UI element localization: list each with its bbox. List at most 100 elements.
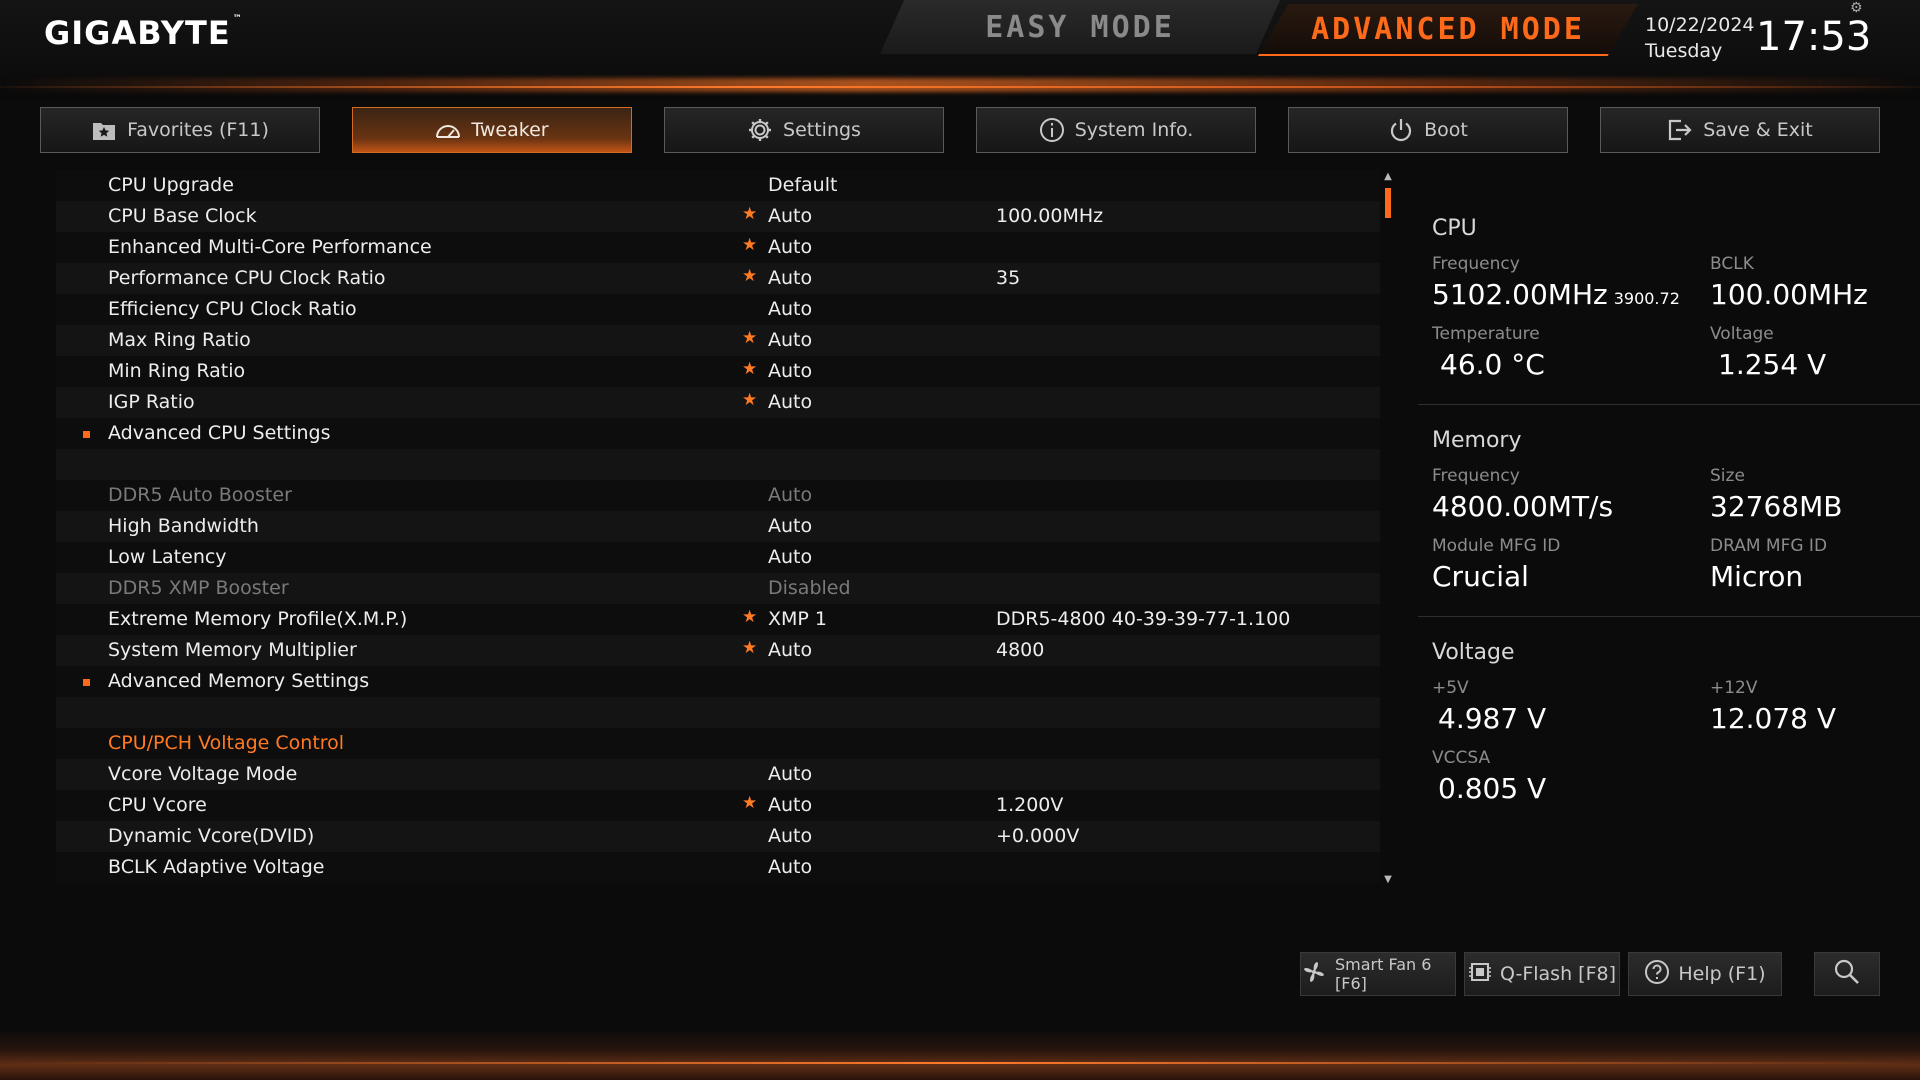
smart-fan-button[interactable]: Smart Fan 6 [F6] bbox=[1300, 952, 1456, 996]
cpu-title: CPU bbox=[1432, 216, 1477, 241]
setting-value[interactable]: Auto bbox=[768, 263, 812, 294]
setting-row[interactable]: CPU Upgrade Default bbox=[56, 170, 1380, 201]
star-folder-icon bbox=[91, 117, 117, 143]
advanced-mode-button[interactable]: ADVANCED MODE bbox=[1258, 4, 1638, 56]
settings-scrollbar[interactable]: ▲ ▼ bbox=[1382, 172, 1394, 886]
vccsa-label: VCCSA bbox=[1432, 748, 1491, 768]
search-button[interactable] bbox=[1814, 952, 1880, 996]
setting-value[interactable]: Auto bbox=[768, 356, 812, 387]
setting-current-value: 4800 bbox=[996, 639, 1045, 661]
submenu-item[interactable]: Advanced Memory Settings bbox=[56, 666, 1380, 697]
setting-row[interactable]: Low Latency Auto bbox=[56, 542, 1380, 573]
setting-value[interactable]: Auto bbox=[768, 511, 812, 542]
setting-row[interactable]: Max Ring Ratio ★ Auto bbox=[56, 325, 1380, 356]
setting-row[interactable]: System Memory Multiplier ★ Auto 4800 bbox=[56, 635, 1380, 666]
setting-row[interactable]: Performance CPU Clock Ratio ★ Auto 35 bbox=[56, 263, 1380, 294]
setting-row[interactable]: CPU Vcore ★ Auto 1.200V bbox=[56, 790, 1380, 821]
setting-row[interactable]: BCLK Adaptive Voltage Auto bbox=[56, 852, 1380, 883]
header-accent-line bbox=[0, 86, 1920, 88]
exit-icon bbox=[1667, 117, 1693, 143]
setting-current-value: DDR5-4800 40-39-39-77-1.100 bbox=[996, 608, 1291, 630]
tab-settings[interactable]: Settings bbox=[664, 107, 944, 153]
submenu-bullet-icon bbox=[83, 679, 90, 686]
setting-name: Performance CPU Clock Ratio bbox=[108, 267, 386, 289]
setting-value[interactable]: Auto bbox=[768, 480, 812, 511]
setting-value[interactable]: Auto bbox=[768, 852, 812, 883]
setting-value[interactable]: Disabled bbox=[768, 573, 851, 604]
tab-save-exit[interactable]: Save & Exit bbox=[1600, 107, 1880, 153]
spacer-row bbox=[56, 449, 1380, 480]
fan-icon bbox=[1301, 959, 1327, 989]
setting-value[interactable]: Auto bbox=[768, 387, 812, 418]
setting-row[interactable]: High Bandwidth Auto bbox=[56, 511, 1380, 542]
v12-value: 12.078 V bbox=[1710, 702, 1837, 735]
setting-row[interactable]: Min Ring Ratio ★ Auto bbox=[56, 356, 1380, 387]
setting-value[interactable]: Auto bbox=[768, 232, 812, 263]
tab-system-info[interactable]: System Info. bbox=[976, 107, 1256, 153]
setting-row[interactable]: CPU Base Clock ★ Auto 100.00MHz bbox=[56, 201, 1380, 232]
setting-value[interactable]: Auto bbox=[768, 325, 812, 356]
setting-name: System Memory Multiplier bbox=[108, 639, 357, 661]
help-icon bbox=[1644, 959, 1670, 990]
setting-value[interactable]: Auto bbox=[768, 759, 812, 790]
tab-boot[interactable]: Boot bbox=[1288, 107, 1568, 153]
setting-row[interactable]: IGP Ratio ★ Auto bbox=[56, 387, 1380, 418]
setting-name: Dynamic Vcore(DVID) bbox=[108, 825, 315, 847]
setting-value[interactable]: Auto bbox=[768, 294, 812, 325]
setting-name: CPU Base Clock bbox=[108, 205, 257, 227]
setting-value[interactable]: XMP 1 bbox=[768, 604, 827, 635]
scroll-up-arrow-icon[interactable]: ▲ bbox=[1382, 172, 1394, 182]
vccsa-value: 0.805 V bbox=[1438, 772, 1547, 805]
tab-system-info-label: System Info. bbox=[1074, 119, 1194, 141]
v5-label: +5V bbox=[1432, 678, 1469, 698]
setting-row[interactable]: Extreme Memory Profile(X.M.P.) ★ XMP 1 DDR5… bbox=[56, 604, 1380, 635]
tab-tweaker[interactable]: Tweaker bbox=[352, 107, 632, 153]
setting-name: Efficiency CPU Clock Ratio bbox=[108, 298, 357, 320]
scroll-thumb[interactable] bbox=[1385, 188, 1391, 218]
tab-tweaker-label: Tweaker bbox=[471, 119, 549, 141]
module-mfg-label: Module MFG ID bbox=[1432, 536, 1561, 556]
setting-name: Advanced CPU Settings bbox=[108, 422, 331, 444]
setting-name: BCLK Adaptive Voltage bbox=[108, 856, 325, 878]
submenu-item[interactable]: Advanced CPU Settings bbox=[56, 418, 1380, 449]
setting-value[interactable]: Auto bbox=[768, 790, 812, 821]
setting-current-value: 1.200V bbox=[996, 794, 1064, 816]
setting-value[interactable]: Default bbox=[768, 170, 837, 201]
scroll-down-arrow-icon[interactable]: ▼ bbox=[1382, 875, 1394, 885]
memory-title: Memory bbox=[1432, 428, 1522, 453]
modified-star-icon: ★ bbox=[742, 638, 758, 658]
v5-value: 4.987 V bbox=[1438, 702, 1547, 735]
header-bar: GIGABYTE ™ EASY MODE ADVANCED MODE 10/22/… bbox=[0, 0, 1920, 100]
setting-row[interactable]: Enhanced Multi-Core Performance ★ Auto bbox=[56, 232, 1380, 263]
day-text: Tuesday bbox=[1645, 40, 1723, 62]
easy-mode-button[interactable]: EASY MODE bbox=[880, 0, 1280, 54]
cpu-temperature-label: Temperature bbox=[1432, 324, 1540, 344]
setting-value[interactable]: Auto bbox=[768, 542, 812, 573]
setting-name: CPU Upgrade bbox=[108, 174, 234, 196]
help-label: Help (F1) bbox=[1678, 963, 1766, 985]
settings-gear-icon[interactable]: ⚙ bbox=[1850, 1, 1864, 15]
setting-name: DDR5 XMP Booster bbox=[108, 577, 289, 599]
dram-mfg-label: DRAM MFG ID bbox=[1710, 536, 1828, 556]
setting-value[interactable]: Auto bbox=[768, 201, 812, 232]
help-button[interactable]: Help (F1) bbox=[1628, 952, 1782, 996]
modified-star-icon: ★ bbox=[742, 328, 758, 348]
setting-value[interactable]: Auto bbox=[768, 821, 812, 852]
setting-row[interactable]: Vcore Voltage Mode Auto bbox=[56, 759, 1380, 790]
setting-value[interactable]: Auto bbox=[768, 635, 812, 666]
setting-name: Low Latency bbox=[108, 546, 227, 568]
modified-star-icon: ★ bbox=[742, 235, 758, 255]
chip-icon bbox=[1468, 960, 1492, 989]
setting-current-value: 100.00MHz bbox=[996, 205, 1104, 227]
memory-frequency-label: Frequency bbox=[1432, 466, 1520, 486]
tab-save-exit-label: Save & Exit bbox=[1703, 119, 1813, 141]
clock: 17:53 bbox=[1756, 14, 1872, 60]
info-icon bbox=[1039, 117, 1065, 143]
tab-favorites[interactable]: Favorites (F11) bbox=[40, 107, 320, 153]
smart-fan-label: Smart Fan 6 [F6] bbox=[1335, 955, 1432, 993]
spacer-row bbox=[56, 697, 1380, 728]
gear-icon bbox=[747, 117, 773, 143]
setting-row[interactable]: Dynamic Vcore(DVID) Auto +0.000V bbox=[56, 821, 1380, 852]
qflash-button[interactable]: Q-Flash [F8] bbox=[1464, 952, 1620, 996]
setting-row[interactable]: Efficiency CPU Clock Ratio Auto bbox=[56, 294, 1380, 325]
